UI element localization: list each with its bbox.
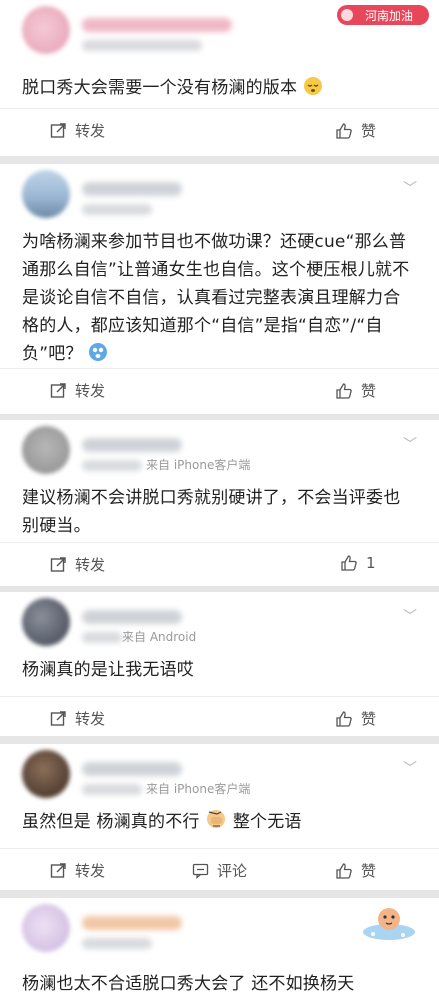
action-bar: 转发 赞 <box>0 368 439 412</box>
comment-card-6: 杨澜也太不合适脱口秀大会了 还不如换杨天 <box>0 898 439 1000</box>
action-bar: 转发 评论 赞 <box>0 848 439 892</box>
thumbs-up-icon <box>341 555 357 571</box>
watermark-logo: 河南加油 <box>337 5 429 25</box>
sleepy-emoji-icon <box>303 77 322 95</box>
username-blurred[interactable] <box>82 610 182 624</box>
repost-button[interactable]: 转发 <box>50 380 105 401</box>
comment-card-5: 来自 iPhone客户端 ﹀ 虽然但是 杨澜真的不行 整个无语 转发 评论 赞 <box>0 744 439 890</box>
action-bar: 转发 赞 <box>0 108 439 152</box>
comment-text: 虽然但是 杨澜真的不行 整个无语 <box>0 802 439 836</box>
facepalm-emoji-icon <box>207 810 226 828</box>
comment-text: 为啥杨澜来参加节目也不做功课？还硬cue“那么普通那么自信”让普通女生也自信。这… <box>22 232 410 364</box>
thumbs-up-icon <box>336 122 352 139</box>
repost-icon <box>50 557 66 572</box>
shocked-emoji-icon <box>89 343 108 361</box>
like-button[interactable]: 赞 <box>335 708 376 729</box>
thumbs-up-icon <box>336 710 352 727</box>
repost-button[interactable]: 转发 <box>50 120 105 141</box>
action-bar: 转发 赞 <box>0 696 439 740</box>
avatar[interactable] <box>22 904 70 952</box>
comment-text: 建议杨澜不会讲脱口秀就别硬讲了，不会当评委也别硬当。 <box>22 488 401 536</box>
comment-text: 杨澜真的是让我无语哎 <box>22 660 194 680</box>
meta-blurred <box>82 460 142 471</box>
repost-icon <box>50 383 66 398</box>
avatar[interactable] <box>22 598 70 646</box>
chevron-down-icon[interactable]: ﹀ <box>403 178 417 198</box>
comment-icon <box>192 863 209 879</box>
username-blurred[interactable] <box>82 182 182 196</box>
avatar[interactable] <box>22 750 70 798</box>
post-source: 来自 iPhone客户端 <box>146 458 251 472</box>
comment-header <box>0 898 439 956</box>
watermark-text: 河南加油 <box>365 8 413 23</box>
repost-icon <box>50 863 66 878</box>
chevron-down-icon[interactable]: ﹀ <box>403 758 417 778</box>
like-button[interactable]: 赞 <box>335 380 376 401</box>
comment-header: 来自 Android ﹀ <box>0 592 439 650</box>
chevron-down-icon[interactable]: ﹀ <box>403 606 417 626</box>
chevron-down-icon[interactable]: ﹀ <box>403 434 417 454</box>
meta-blurred <box>82 784 142 795</box>
meta-blurred <box>82 632 122 643</box>
like-count: 1 <box>366 554 376 572</box>
comment-header: 河南加油 <box>0 0 439 58</box>
comment-card-2: ﹀ 为啥杨澜来参加节目也不做功课？还硬cue“那么普通那么自信”让普通女生也自信… <box>0 164 439 414</box>
comment-header: 来自 iPhone客户端 ﹀ <box>0 744 439 802</box>
comment-card-4: 来自 Android ﹀ 杨澜真的是让我无语哎 转发 赞 <box>0 592 439 736</box>
repost-icon <box>50 123 66 138</box>
avatar[interactable] <box>22 426 70 474</box>
comment-button[interactable]: 评论 <box>192 860 247 881</box>
meta-blurred <box>82 204 152 215</box>
repost-icon <box>50 711 66 726</box>
comment-text: 杨澜也太不合适脱口秀大会了 还不如换杨天 <box>22 974 355 994</box>
username-blurred[interactable] <box>82 18 232 32</box>
like-button[interactable]: 赞 <box>335 120 376 141</box>
post-source: 来自 iPhone客户端 <box>146 782 251 796</box>
comment-text: 脱口秀大会需要一个没有杨澜的版本 <box>0 58 439 102</box>
comment-header: ﹀ <box>0 164 439 222</box>
thumbs-up-icon <box>336 862 352 879</box>
thumbs-up-icon <box>336 382 352 399</box>
sticker-decoration <box>363 908 415 940</box>
username-blurred[interactable] <box>82 762 182 776</box>
like-button[interactable]: 1 <box>340 554 376 572</box>
repost-button[interactable]: 转发 <box>50 708 105 729</box>
comment-card-3: 来自 iPhone客户端 ﹀ 建议杨澜不会讲脱口秀就别硬讲了，不会当评委也别硬当… <box>0 420 439 586</box>
username-blurred[interactable] <box>82 438 182 452</box>
avatar[interactable] <box>22 170 70 218</box>
comment-card-1: 河南加油 脱口秀大会需要一个没有杨澜的版本 转发 赞 <box>0 0 439 156</box>
repost-button[interactable]: 转发 <box>50 554 105 575</box>
avatar[interactable] <box>22 6 70 54</box>
meta-blurred <box>82 40 202 51</box>
meta-blurred <box>82 938 152 949</box>
username-blurred[interactable] <box>82 916 182 930</box>
comment-header: 来自 iPhone客户端 ﹀ <box>0 420 439 478</box>
post-source: 来自 Android <box>122 630 197 644</box>
action-bar: 转发 1 <box>0 542 439 586</box>
repost-button[interactable]: 转发 <box>50 860 105 881</box>
like-button[interactable]: 赞 <box>335 860 376 881</box>
